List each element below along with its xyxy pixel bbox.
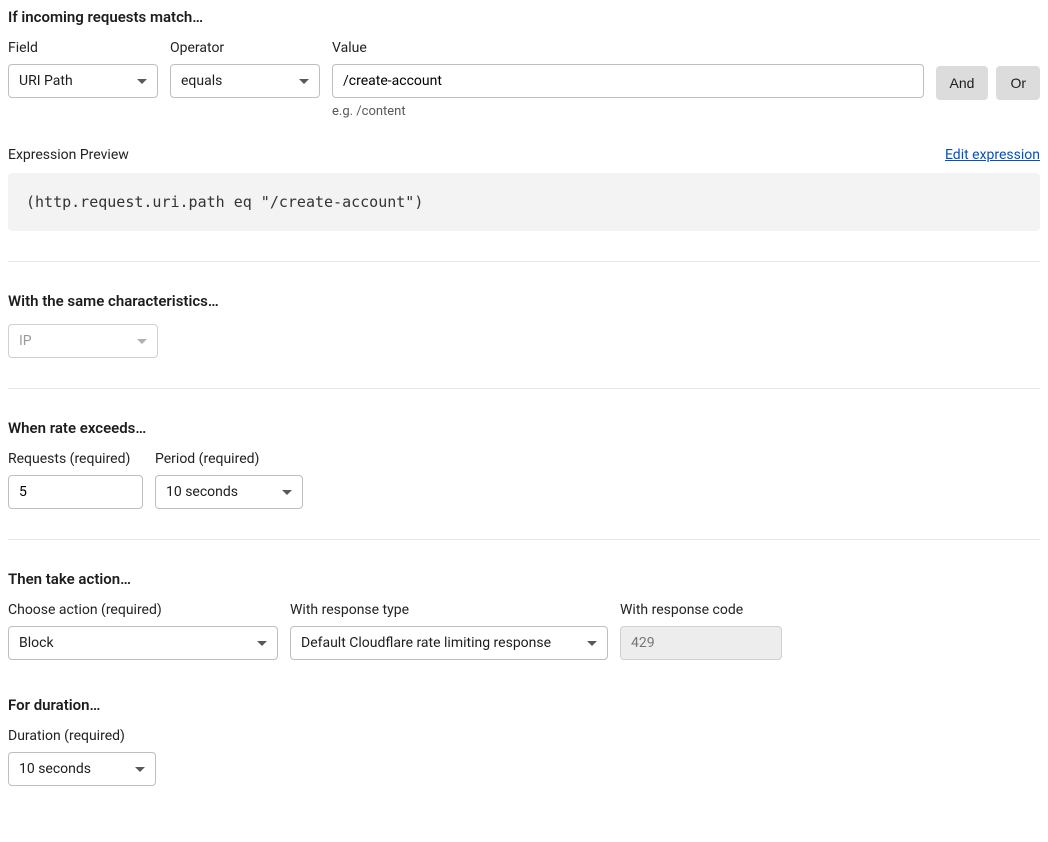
duration-select[interactable]: 10 seconds [8,752,156,786]
chevron-down-icon [137,339,147,344]
or-button[interactable]: Or [996,66,1040,100]
response-code-label: With response code [620,602,782,618]
chevron-down-icon [587,641,597,646]
response-code-input [620,626,782,660]
divider [8,388,1040,389]
divider [8,539,1040,540]
characteristics-select[interactable]: IP [8,324,158,358]
operator-select[interactable]: equals [170,64,320,98]
duration-select-value: 10 seconds [19,761,91,777]
edit-expression-link[interactable]: Edit expression [945,147,1040,163]
chevron-down-icon [282,490,292,495]
choose-action-label: Choose action (required) [8,602,278,618]
characteristics-heading: With the same characteristics… [8,292,1040,310]
choose-action-value: Block [19,635,54,651]
field-select-value: URI Path [19,73,73,89]
operator-select-value: equals [181,73,222,89]
rate-heading: When rate exceeds… [8,419,1040,437]
match-heading: If incoming requests match… [8,8,1040,26]
value-label: Value [332,40,924,56]
expression-preview-label: Expression Preview [8,147,129,163]
duration-heading: For duration… [8,696,1040,714]
divider [8,261,1040,262]
characteristics-select-value: IP [19,333,32,349]
value-input[interactable] [332,64,924,98]
chevron-down-icon [299,79,309,84]
choose-action-select[interactable]: Block [8,626,278,660]
period-select[interactable]: 10 seconds [155,475,303,509]
requests-input[interactable] [8,475,143,509]
period-select-value: 10 seconds [166,484,238,500]
action-heading: Then take action… [8,570,1040,588]
field-select[interactable]: URI Path [8,64,158,98]
value-hint: e.g. /content [332,104,924,119]
operator-label: Operator [170,40,320,56]
expression-preview: (http.request.uri.path eq "/create-accou… [8,173,1040,231]
duration-label: Duration (required) [8,728,156,744]
chevron-down-icon [257,641,267,646]
response-type-select[interactable]: Default Cloudflare rate limiting respons… [290,626,608,660]
response-type-value: Default Cloudflare rate limiting respons… [301,635,551,651]
chevron-down-icon [135,767,145,772]
requests-label: Requests (required) [8,451,143,467]
and-button[interactable]: And [936,66,989,100]
chevron-down-icon [137,79,147,84]
field-label: Field [8,40,158,56]
period-label: Period (required) [155,451,303,467]
response-type-label: With response type [290,602,608,618]
